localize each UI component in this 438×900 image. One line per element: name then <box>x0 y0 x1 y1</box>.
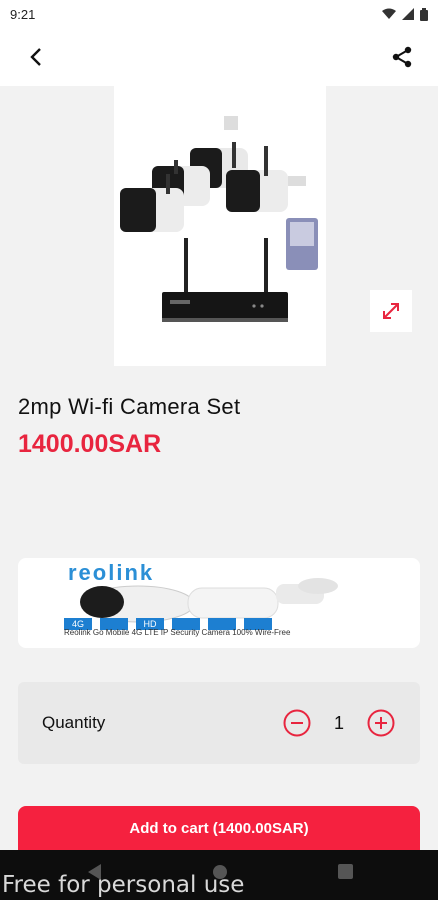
status-icons <box>382 7 428 21</box>
back-arrow-icon <box>30 48 41 66</box>
product-detail-screen: 9:21 2mp Wi-fi Camera Set 1400.00SAR reo… <box>0 0 438 900</box>
app-bar <box>0 28 438 86</box>
banner-text: Reolink Go Mobile 4G LTE IP Security Cam… <box>64 628 291 637</box>
camera-set-image <box>120 116 318 322</box>
expand-image-button[interactable] <box>370 290 412 332</box>
quantity-stepper: 1 <box>282 708 396 738</box>
product-price: 1400.00SAR <box>18 430 162 458</box>
status-time: 9:21 <box>10 6 36 22</box>
expand-icon <box>383 303 399 319</box>
back-button[interactable] <box>18 39 54 75</box>
quantity-value: 1 <box>333 712 344 733</box>
minus-circle-icon <box>283 709 311 737</box>
plus-circle-icon <box>367 709 395 737</box>
watermark-text: Free for personal use <box>2 872 245 898</box>
decrease-quantity-button[interactable] <box>282 708 312 738</box>
share-button[interactable] <box>384 39 420 75</box>
quantity-selector: Quantity 1 <box>18 682 420 764</box>
wifi-icon <box>382 8 396 19</box>
status-bar: 9:21 <box>0 0 438 28</box>
signal-icon <box>402 8 414 20</box>
promo-banner[interactable]: reolink 4G HD Reolink Go Mobile 4G LTE I… <box>18 558 420 648</box>
nav-recents-icon[interactable] <box>338 864 353 879</box>
increase-quantity-button[interactable] <box>366 708 396 738</box>
product-image[interactable] <box>114 86 326 366</box>
share-icon <box>392 46 412 68</box>
battery-icon <box>420 7 428 21</box>
quantity-label: Quantity <box>42 713 106 732</box>
product-title: 2mp Wi-fi Camera Set <box>18 394 241 419</box>
